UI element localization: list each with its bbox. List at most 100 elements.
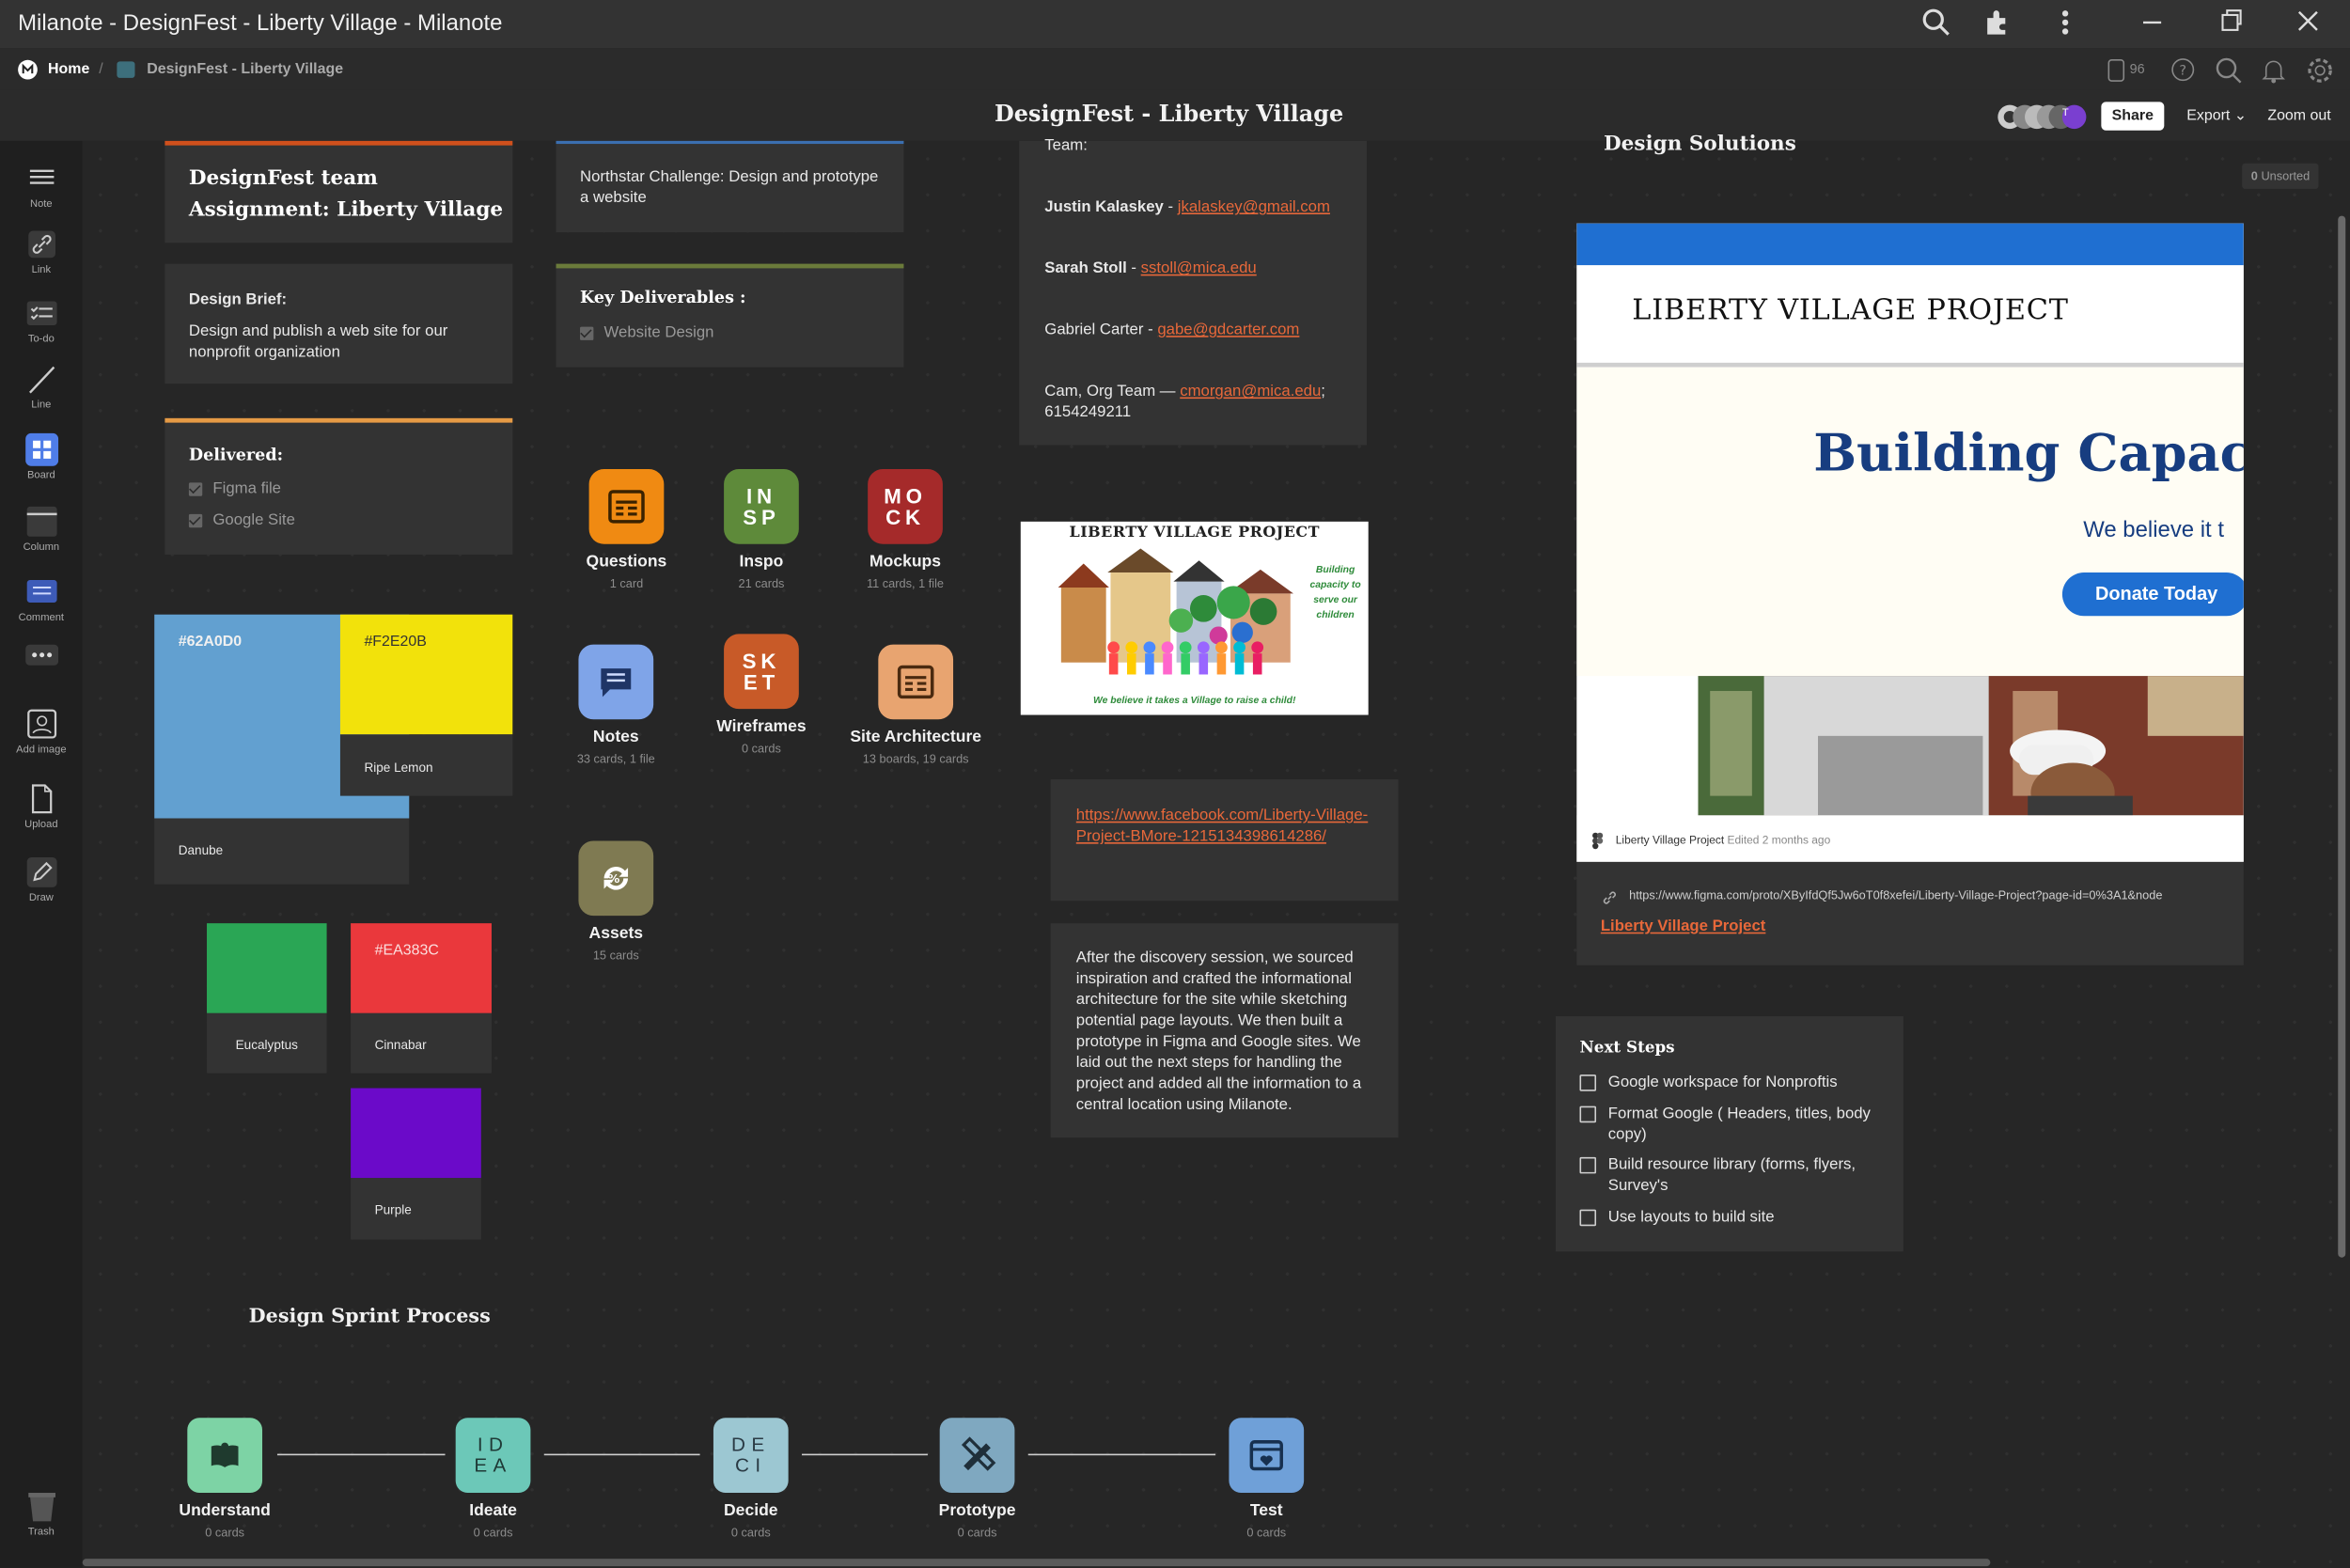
sprint-count: 0 cards: [730, 1526, 771, 1540]
board-questions[interactable]: Questions 1 card: [559, 469, 694, 590]
sprint-understand[interactable]: Understand 0 cards: [157, 1418, 291, 1539]
browser-heart-icon: [1229, 1418, 1305, 1494]
tool-upload[interactable]: Upload: [0, 782, 83, 830]
swatch-hex: #F2E20B: [364, 634, 427, 651]
collaborator-avatars[interactable]: [1997, 103, 2090, 138]
tool-add-image[interactable]: Add image: [0, 708, 83, 756]
tool-column[interactable]: Column: [0, 505, 83, 553]
tool-label: Comment: [18, 613, 65, 624]
facebook-link[interactable]: https://www.facebook.com/Liberty-Village…: [1076, 805, 1376, 847]
unsorted-badge[interactable]: 0 Unsorted: [2242, 163, 2319, 189]
board-inspo[interactable]: IN SP Inspo 21 cards: [694, 469, 828, 590]
checkbox-unchecked-icon[interactable]: [1579, 1209, 1597, 1227]
unsorted-label: Unsorted: [2261, 169, 2311, 183]
swatch-eucalyptus[interactable]: Eucalyptus: [207, 923, 327, 1074]
more-tools-icon[interactable]: [0, 644, 83, 670]
figma-url[interactable]: https://www.figma.com/proto/XByIfdQf5Jw6…: [1629, 888, 2221, 902]
tool-comment[interactable]: Comment: [0, 575, 83, 623]
next-step-item[interactable]: Build resource library (forms, flyers, S…: [1579, 1154, 1887, 1197]
board-title[interactable]: DesignFest - Liberty Village: [0, 101, 2338, 128]
tool-line[interactable]: Line: [0, 363, 83, 411]
member-email-link[interactable]: sstoll@mica.edu: [1141, 259, 1257, 277]
board-mockups[interactable]: MO CK Mockups 11 cards, 1 file: [838, 469, 972, 590]
sprint-connector-line[interactable]: [276, 1453, 446, 1456]
sprint-prototype[interactable]: Prototype 0 cards: [910, 1418, 1044, 1539]
export-menu[interactable]: Export ⌄: [2186, 108, 2247, 125]
help-icon[interactable]: ?: [2170, 57, 2196, 90]
checkbox-unchecked-icon[interactable]: [1579, 1074, 1597, 1091]
assignment-note[interactable]: DesignFest team Assignment: Liberty Vill…: [164, 140, 513, 243]
tool-draw[interactable]: Draw: [0, 855, 83, 903]
search-board-icon[interactable]: [2216, 57, 2243, 92]
swatch-ripe-lemon[interactable]: #F2E20B Ripe Lemon: [339, 614, 513, 796]
summary-note[interactable]: After the discovery session, we sourced …: [1050, 923, 1399, 1138]
sprint-test[interactable]: Test 0 cards: [1199, 1418, 1334, 1539]
checkbox-checked-icon[interactable]: [188, 513, 203, 527]
swatch-label: Ripe Lemon: [364, 760, 433, 776]
swatch-purple[interactable]: Purple: [351, 1088, 481, 1240]
delivered-item[interactable]: Google Site: [188, 511, 295, 529]
deliverables-heading: Key Deliverables :: [580, 288, 746, 307]
settings-gear-icon[interactable]: [2307, 57, 2334, 92]
facebook-link-card[interactable]: https://www.facebook.com/Liberty-Village…: [1050, 779, 1399, 902]
sprint-connector-line[interactable]: [1027, 1453, 1216, 1456]
deliverables-checklist[interactable]: Key Deliverables : Website Design: [556, 263, 904, 368]
close-icon[interactable]: [2296, 8, 2321, 45]
board-wireframes[interactable]: SK ET Wireframes 0 cards: [694, 634, 828, 756]
team-note[interactable]: Team: Justin Kalaskey - jkalaskey@gmail.…: [1019, 136, 1368, 446]
delivered-item[interactable]: Figma file: [188, 479, 281, 497]
deliverable-item[interactable]: Website Design: [580, 323, 713, 342]
zoom-out-button[interactable]: Zoom out: [2267, 108, 2330, 125]
more-vertical-icon[interactable]: [2057, 8, 2075, 45]
member-email-link[interactable]: gabe@gdcarter.com: [1157, 321, 1299, 338]
search-icon[interactable]: [1921, 8, 1951, 45]
member-email-link[interactable]: cmorgan@mica.edu: [1180, 383, 1321, 400]
swatch-hex: #62A0D0: [178, 634, 243, 651]
checkbox-checked-icon[interactable]: [188, 481, 203, 496]
sprint-heading[interactable]: Design Sprint Process: [249, 1306, 491, 1328]
bell-icon[interactable]: [2262, 57, 2286, 92]
next-step-item[interactable]: Format Google ( Headers, titles, body co…: [1579, 1103, 1887, 1145]
minimize-icon[interactable]: [2140, 8, 2165, 45]
next-step-item[interactable]: Use layouts to build site: [1579, 1206, 1887, 1227]
donate-today-button[interactable]: Donate Today: [2061, 572, 2244, 617]
figma-link-title[interactable]: Liberty Village Project: [1601, 917, 1766, 935]
checkbox-unchecked-icon[interactable]: [1579, 1105, 1597, 1123]
extensions-icon[interactable]: [1982, 8, 2013, 45]
checkbox-unchecked-icon[interactable]: [1579, 1156, 1597, 1174]
liberty-village-image[interactable]: LIBERTY VILLAGE PROJECT Building capacit…: [1020, 521, 1369, 715]
horizontal-scrollbar[interactable]: [82, 1559, 1991, 1567]
breadcrumb-home[interactable]: Home: [48, 61, 89, 78]
swatch-cinnabar[interactable]: #EA383C Cinnabar: [351, 923, 492, 1074]
restore-icon[interactable]: [2219, 8, 2244, 45]
northstar-note[interactable]: Northstar Challenge: Design and prototyp…: [556, 140, 904, 233]
delivered-checklist[interactable]: Delivered: Figma file Google Site: [164, 417, 513, 555]
member-email-link[interactable]: jkalaskey@gmail.com: [1178, 197, 1330, 215]
brief-body: Design and publish a web site for our no…: [188, 321, 448, 362]
next-step-item[interactable]: Google workspace for Nonproftis: [1579, 1072, 1887, 1092]
board-assets[interactable]: % Assets 15 cards: [549, 840, 683, 963]
board-notes[interactable]: Notes 33 cards, 1 file: [549, 644, 683, 766]
solutions-heading[interactable]: Design Solutions: [1604, 132, 1796, 156]
tool-board[interactable]: Board: [0, 432, 83, 481]
tool-todo[interactable]: To-do: [0, 297, 83, 345]
next-steps-checklist[interactable]: Next Steps Google workspace for Nonproft…: [1555, 1016, 1904, 1252]
tool-note[interactable]: Note: [0, 162, 83, 210]
tool-label: Line: [31, 400, 52, 411]
tool-link[interactable]: Link: [0, 227, 83, 275]
checkbox-checked-icon[interactable]: [580, 326, 594, 340]
share-button[interactable]: Share: [2101, 102, 2165, 131]
svg-text:%: %: [608, 872, 625, 886]
sprint-ideate[interactable]: ID EA Ideate 0 cards: [426, 1418, 560, 1539]
vertical-scrollbar[interactable]: [2338, 215, 2346, 1258]
sprint-connector-line[interactable]: [543, 1453, 700, 1456]
figma-link-card[interactable]: LIBERTY VILLAGE PROJECT Building Capacit…: [1576, 223, 2244, 965]
tool-trash[interactable]: Trash: [0, 1490, 83, 1538]
breadcrumb-board[interactable]: DesignFest - Liberty Village: [147, 61, 343, 78]
design-brief-note[interactable]: Design Brief: Design and publish a web s…: [164, 263, 513, 384]
board-site-architecture[interactable]: Site Architecture 13 boards, 19 cards: [848, 644, 982, 766]
figma-preview[interactable]: LIBERTY VILLAGE PROJECT Building Capacit…: [1576, 223, 2244, 862]
mobile-icon[interactable]: [2107, 58, 2125, 89]
board-canvas[interactable]: DesignFest team Assignment: Liberty Vill…: [82, 132, 2350, 1568]
sprint-decide[interactable]: DE CI Decide 0 cards: [683, 1418, 818, 1539]
